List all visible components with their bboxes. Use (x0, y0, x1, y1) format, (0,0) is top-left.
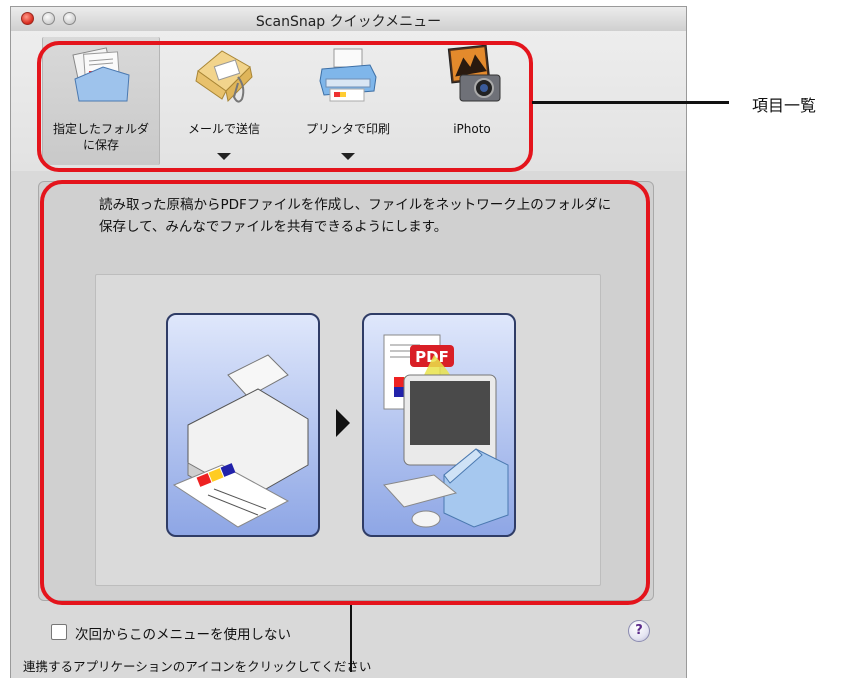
help-button[interactable]: ? (628, 620, 650, 642)
description-highlight (40, 180, 650, 605)
callout-line-vertical (350, 605, 352, 672)
dont-show-menu-checkbox[interactable] (51, 624, 67, 640)
title-bar[interactable]: ScanSnap クイックメニュー (11, 7, 686, 32)
callout-line (532, 101, 729, 104)
item-list-highlight (37, 41, 533, 172)
dont-show-menu-label[interactable]: 次回からこのメニューを使用しない (75, 623, 291, 643)
callout-label-item-list: 項目一覧 (752, 96, 817, 115)
status-message: 連携するアプリケーションのアイコンをクリックしてください (23, 659, 372, 674)
window-title: ScanSnap クイックメニュー (255, 14, 442, 30)
